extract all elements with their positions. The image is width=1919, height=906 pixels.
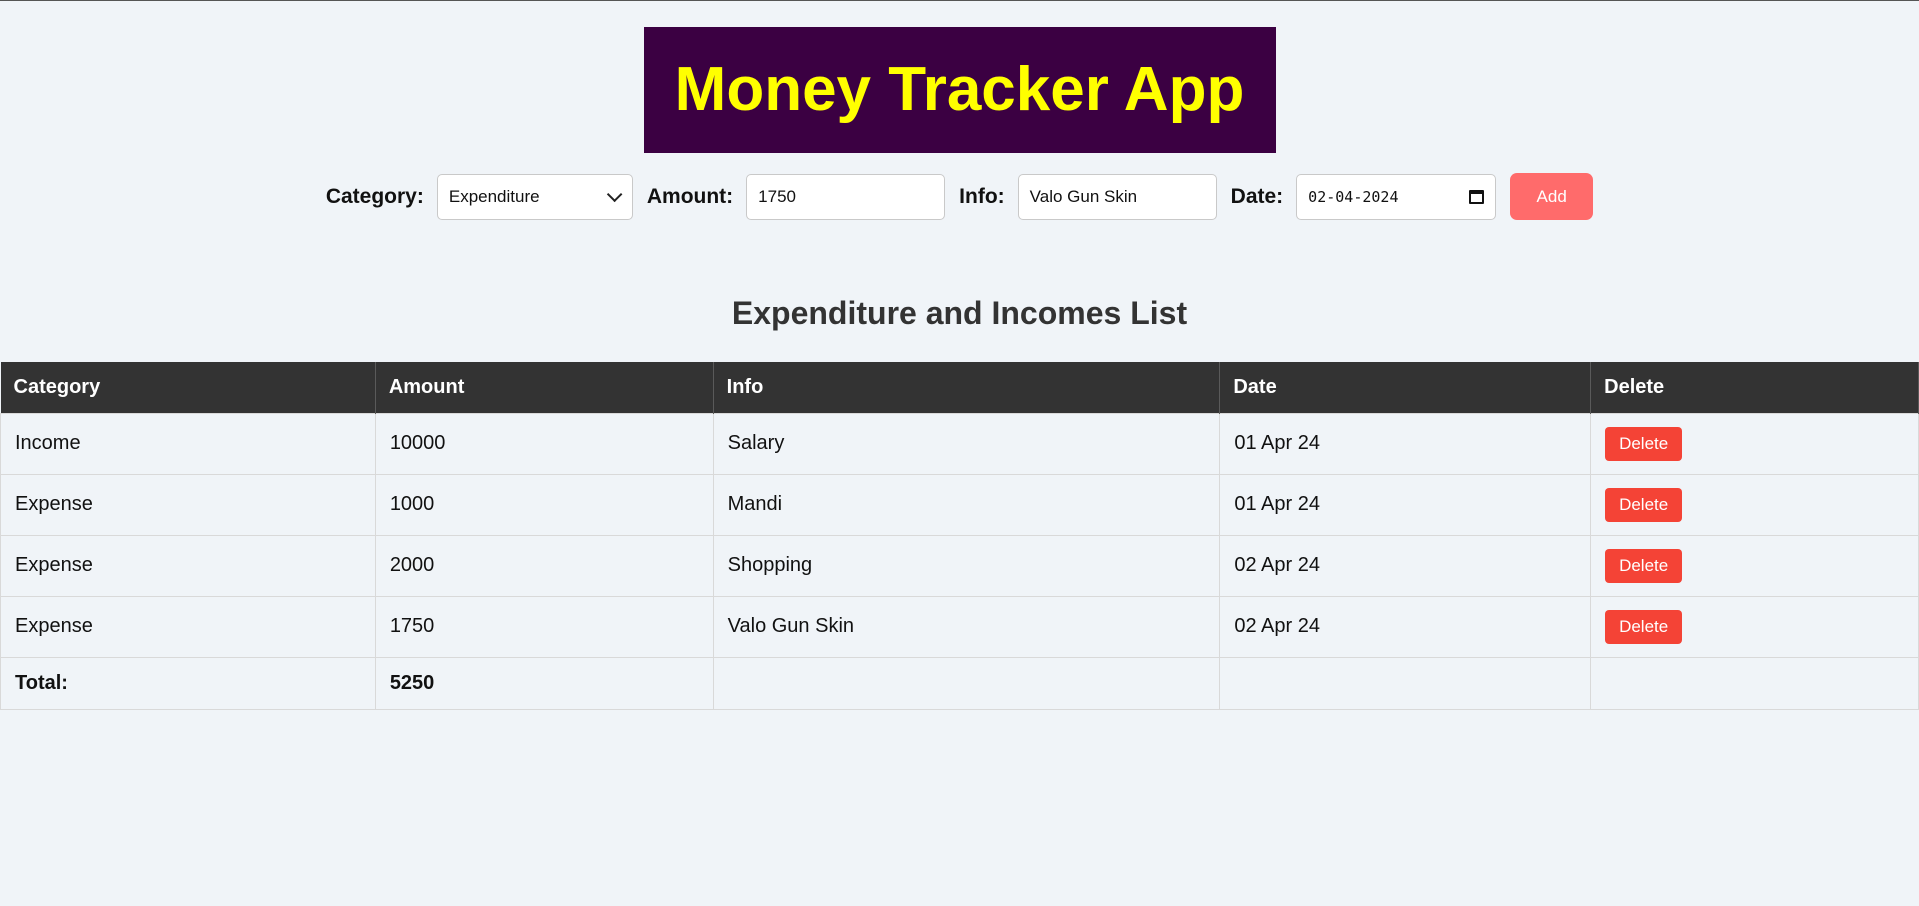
cell-amount: 2000 (374, 534, 714, 597)
add-button[interactable]: Add (1510, 173, 1594, 220)
cell-date: 01 Apr 24 (1219, 412, 1592, 475)
cell-info: Mandi (712, 473, 1221, 536)
total-value: 5250 (374, 656, 714, 710)
category-select[interactable]: Expenditure (436, 173, 633, 220)
list-title: Expenditure and Incomes List (731, 295, 1188, 331)
delete-button[interactable]: Delete (1605, 426, 1683, 461)
info-input-value: Valo Gun Skin (1029, 186, 1138, 206)
empty-cell (1219, 656, 1592, 710)
cell-delete: Delete (1590, 595, 1919, 658)
category-select-value: Expenditure (448, 186, 540, 206)
table-row: Expense 1000 Mandi 01 Apr 24 Delete (0, 473, 1919, 536)
category-label: Category: (325, 184, 424, 208)
cell-amount: 1000 (374, 473, 714, 536)
column-header-info: Info (713, 362, 1221, 413)
total-row: Total: 5250 (0, 656, 1919, 710)
amount-input[interactable]: 1750 (746, 173, 946, 220)
table-row: Expense 2000 Shopping 02 Apr 24 Delete (0, 534, 1919, 597)
cell-delete: Delete (1590, 534, 1919, 597)
cell-category: Expense (0, 595, 376, 658)
empty-cell (1590, 656, 1919, 710)
column-header-date: Date (1219, 362, 1592, 413)
entries-table: Category Amount Info Date Delete Income … (0, 362, 1919, 710)
cell-amount: 10000 (374, 412, 714, 475)
column-header-category: Category (0, 362, 376, 413)
date-input[interactable]: 02-04-2024 (1296, 173, 1497, 220)
cell-info: Salary (712, 412, 1221, 475)
delete-button[interactable]: Delete (1605, 609, 1683, 644)
cell-category: Expense (0, 534, 376, 597)
cell-info: Shopping (712, 534, 1221, 597)
date-label: Date: (1230, 184, 1284, 208)
cell-category: Expense (0, 473, 376, 536)
table-header-row: Category Amount Info Date Delete (0, 362, 1919, 413)
entry-form: Category: Expenditure Amount: 1750 Info:… (0, 173, 1919, 220)
cell-date: 02 Apr 24 (1219, 595, 1592, 658)
column-header-amount: Amount (375, 362, 714, 413)
cell-date: 02 Apr 24 (1219, 534, 1592, 597)
calendar-icon[interactable] (1469, 189, 1485, 204)
cell-date: 01 Apr 24 (1219, 473, 1592, 536)
cell-category: Income (0, 412, 376, 475)
cell-info: Valo Gun Skin (712, 595, 1221, 658)
column-header-delete: Delete (1590, 362, 1919, 413)
info-label: Info: (959, 184, 1005, 208)
cell-delete: Delete (1590, 412, 1919, 475)
info-input[interactable]: Valo Gun Skin (1017, 173, 1217, 220)
amount-label: Amount: (646, 184, 734, 208)
delete-button[interactable]: Delete (1605, 548, 1683, 583)
cell-delete: Delete (1590, 473, 1919, 536)
cell-amount: 1750 (374, 595, 714, 658)
header: Money Tracker App (0, 27, 1919, 153)
total-label: Total: (0, 656, 376, 710)
delete-button[interactable]: Delete (1605, 487, 1683, 522)
date-input-value: 02-04-2024 (1308, 187, 1399, 206)
table-row: Income 10000 Salary 01 Apr 24 Delete (0, 412, 1919, 475)
app-title: Money Tracker App (643, 27, 1276, 153)
empty-cell (712, 656, 1221, 710)
chevron-down-icon (606, 186, 623, 203)
amount-input-value: 1750 (758, 186, 796, 206)
table-row: Expense 1750 Valo Gun Skin 02 Apr 24 Del… (0, 595, 1919, 658)
